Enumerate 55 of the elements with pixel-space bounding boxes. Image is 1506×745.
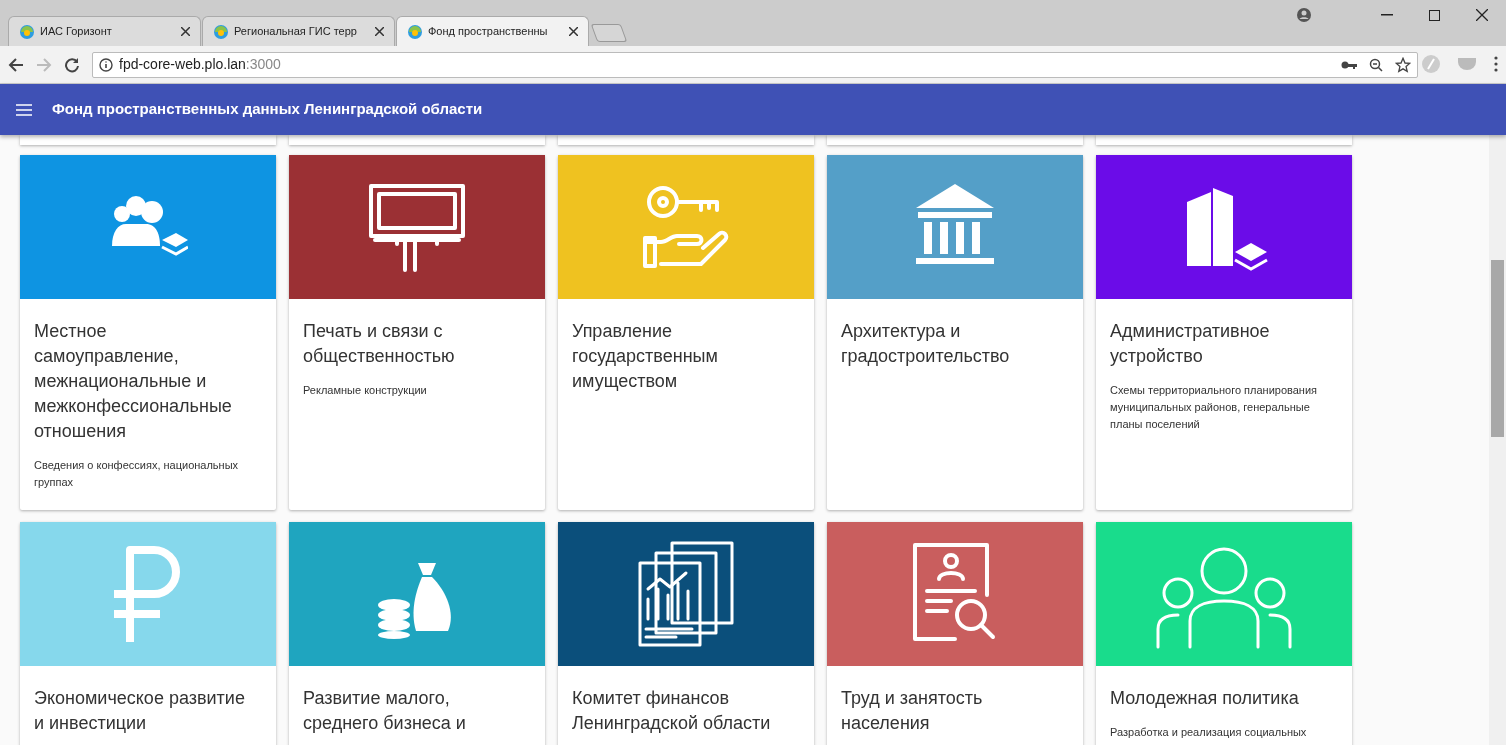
category-card[interactable]: Развитие малого, среднего бизнеса и (289, 522, 545, 745)
card-description: Сведения о конфессиях, национальных группах (34, 458, 240, 490)
category-card[interactable]: Труд и занятость населения (827, 522, 1083, 745)
tab-title: Фонд пространственны (428, 24, 549, 40)
tab-close-icon[interactable] (569, 27, 578, 36)
card-title: Экономическое развитие и инвестиции (34, 687, 246, 735)
card-title: Архитектура и градостроительство (841, 320, 1011, 368)
browser-tab[interactable]: Фонд пространственны (396, 16, 589, 46)
card-title: Управление государственным имуществом (572, 320, 719, 393)
info-icon[interactable] (99, 57, 113, 72)
maximize-icon[interactable] (1429, 9, 1440, 21)
billboard-icon (367, 182, 467, 272)
card-title: Административное устройство (1110, 320, 1271, 368)
tab-title: Региональная ГИС терр (234, 24, 358, 40)
category-card[interactable]: Молодежная политика Разработка и реализация социальных (1096, 522, 1352, 745)
menu-dots-icon[interactable] (1494, 56, 1498, 72)
globe-favicon-icon (19, 23, 35, 40)
url-text: fpd-core-web.plo.lan:3000 (119, 55, 282, 74)
card-title: Местное самоуправление, межнациональные и межконфессиональные отношения (34, 320, 233, 443)
scrollbar[interactable] (1489, 135, 1506, 745)
card-title: Труд и занятость населения (841, 687, 984, 735)
category-card[interactable]: Управление государственным имуществом (558, 155, 814, 510)
scrollbar-thumb[interactable] (1491, 260, 1504, 437)
browser-tab[interactable]: Региональная ГИС терр (202, 16, 395, 46)
card-description: Рекламные конструкции (303, 383, 428, 398)
address-field[interactable]: fpd-core-web.plo.lan:3000 (92, 51, 1418, 78)
card-description: Разработка и реализация социальных (1110, 725, 1308, 740)
tab-close-icon[interactable] (375, 27, 384, 36)
card-title: Молодежная политика (1110, 687, 1300, 710)
close-icon[interactable] (1476, 9, 1488, 21)
card-title: Развитие малого, среднего бизнеса и (303, 687, 467, 735)
category-card[interactable]: Архитектура и градостроительство (827, 155, 1083, 510)
globe-favicon-icon (407, 23, 423, 40)
browser-tab[interactable]: ИАС Горизонт (8, 16, 201, 46)
zoom-out-icon[interactable] (1369, 57, 1383, 72)
report-chart-icon (636, 539, 736, 649)
card-title: Комитет финансов Ленинградской области (572, 687, 772, 735)
tab-title: ИАС Горизонт (40, 24, 113, 40)
card-title: Печать и связи с общественностью (303, 320, 456, 368)
reload-icon[interactable] (64, 56, 80, 73)
tab-close-icon[interactable] (181, 27, 190, 36)
category-card[interactable]: Местное самоуправление, межнациональные и межконфессиональные отношения Сведения о конфессиях, национальных группах (20, 155, 276, 510)
category-card[interactable]: Административное устройство Схемы территориального планирования муниципальных районов, генеральные планы поселений (1096, 155, 1352, 510)
card-description: Схемы территориального планирования муниципальных районов, генеральные планы поселений (1110, 383, 1319, 432)
globe-favicon-icon (213, 23, 229, 40)
star-icon[interactable] (1395, 56, 1411, 73)
category-card[interactable]: Комитет финансов Ленинградской области (558, 522, 814, 745)
category-card[interactable]: Печать и связи с общественностью Рекламные конструкции (289, 155, 545, 510)
back-arrow-icon[interactable] (8, 56, 24, 73)
app-title: Фонд пространственных данных Ленинградской области (52, 99, 483, 120)
account-icon[interactable] (1297, 8, 1311, 22)
key-icon[interactable] (1341, 59, 1357, 70)
minimize-icon[interactable] (1381, 14, 1393, 16)
category-card[interactable]: Экономическое развитие и инвестиции (20, 522, 276, 745)
menu-icon[interactable] (16, 103, 32, 116)
